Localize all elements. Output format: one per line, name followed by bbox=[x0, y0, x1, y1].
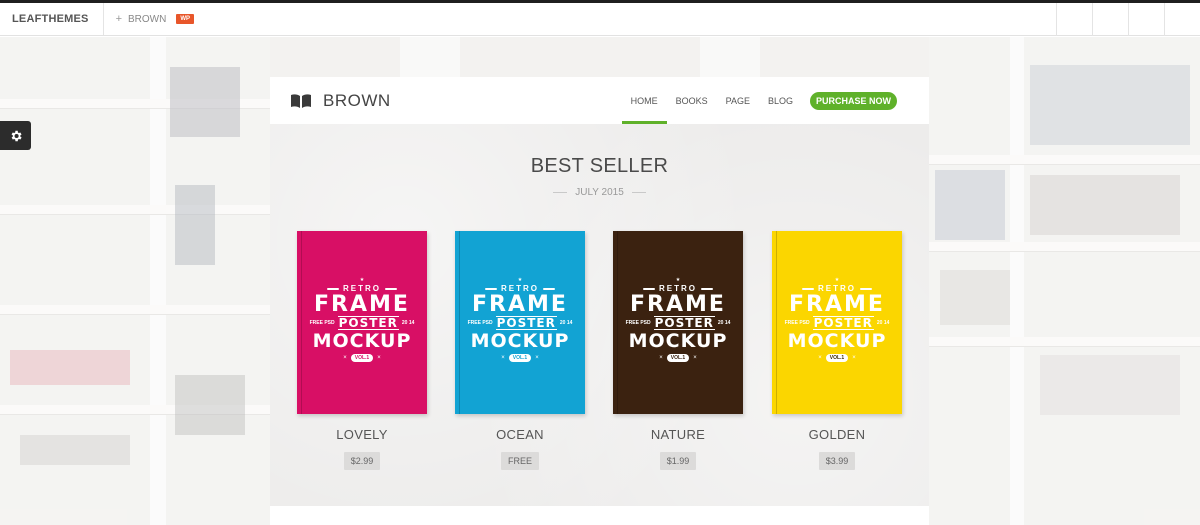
book-cover[interactable]: ★ RETRO FRAME FREE PSD POSTER 20 14 MOCK… bbox=[455, 231, 585, 414]
book-spine bbox=[617, 231, 618, 414]
next-section-strip bbox=[270, 506, 929, 525]
cover-year-text: 20 14 bbox=[559, 319, 573, 326]
star-icon: ★ bbox=[359, 277, 365, 283]
cover-poster-text: POSTER bbox=[337, 316, 399, 330]
cover-free-psd-text: FREE PSD bbox=[309, 319, 335, 326]
gear-icon bbox=[11, 130, 22, 141]
settings-toggle-button[interactable] bbox=[0, 121, 31, 150]
cover-poster-text: POSTER bbox=[653, 316, 715, 330]
cover-mockup-text: MOCKUP bbox=[312, 330, 412, 352]
book-cover[interactable]: ★ RETRO FRAME FREE PSD POSTER 20 14 MOCK… bbox=[772, 231, 902, 414]
cover-free-psd-text: FREE PSD bbox=[625, 319, 651, 326]
product-card: ★ RETRO FRAME FREE PSD POSTER 20 14 MOCK… bbox=[613, 231, 743, 470]
admin-bar-actions bbox=[1056, 3, 1200, 36]
product-name[interactable]: LOVELY bbox=[297, 427, 427, 442]
star-icon: ★ bbox=[675, 277, 681, 283]
admin-action-4[interactable] bbox=[1164, 3, 1200, 36]
bone-ornament-icon bbox=[385, 287, 397, 290]
cover-poster-text: POSTER bbox=[812, 316, 874, 330]
bone-ornament-icon bbox=[543, 287, 555, 290]
bone-ornament-icon bbox=[485, 287, 497, 290]
admin-brand-link[interactable]: LEAFTHEMES bbox=[0, 3, 104, 35]
product-card: ★ RETRO FRAME FREE PSD POSTER 20 14 MOCK… bbox=[455, 231, 585, 470]
cover-year-text: 20 14 bbox=[401, 319, 415, 326]
cover-poster-text: POSTER bbox=[495, 316, 557, 330]
x-ornament-icon: × bbox=[377, 355, 381, 361]
price-badge: $2.99 bbox=[343, 452, 381, 470]
cover-vol-badge: VOL.1 bbox=[825, 354, 849, 362]
bone-ornament-icon bbox=[802, 287, 814, 290]
bone-ornament-icon bbox=[701, 287, 713, 290]
book-spine bbox=[459, 231, 460, 414]
x-ornament-icon: × bbox=[852, 355, 856, 361]
cover-frame-text: FRAME bbox=[789, 292, 885, 317]
admin-action-1[interactable] bbox=[1056, 3, 1092, 36]
bone-ornament-icon bbox=[860, 287, 872, 290]
price-badge: $3.99 bbox=[818, 452, 856, 470]
bone-ornament-icon bbox=[327, 287, 339, 290]
book-spine bbox=[776, 231, 777, 414]
cover-mockup-text: MOCKUP bbox=[470, 330, 570, 352]
cover-free-psd-text: FREE PSD bbox=[784, 319, 810, 326]
admin-action-2[interactable] bbox=[1092, 3, 1128, 36]
product-name[interactable]: OCEAN bbox=[455, 427, 585, 442]
section-subtitle: JULY 2015 bbox=[575, 187, 624, 198]
plus-icon: + bbox=[115, 13, 122, 25]
product-card: ★ RETRO FRAME FREE PSD POSTER 20 14 MOCK… bbox=[772, 231, 902, 470]
theme-link[interactable]: + BROWN WP bbox=[104, 3, 210, 35]
book-spine bbox=[301, 231, 302, 414]
star-icon: ★ bbox=[517, 277, 523, 283]
nav-item-books[interactable]: BOOKS bbox=[667, 77, 717, 124]
cover-frame-text: FRAME bbox=[314, 292, 410, 317]
x-ornament-icon: × bbox=[343, 355, 347, 361]
admin-action-3[interactable] bbox=[1128, 3, 1164, 36]
product-name[interactable]: NATURE bbox=[613, 427, 743, 442]
cover-vol-badge: VOL.1 bbox=[508, 354, 532, 362]
cover-mockup-text: MOCKUP bbox=[787, 330, 887, 352]
cover-vol-badge: VOL.1 bbox=[350, 354, 374, 362]
admin-bar: LEAFTHEMES + BROWN WP bbox=[0, 3, 1200, 36]
site-preview-card: BROWN HOME BOOKS PAGE BLOG PURCHASE NOW … bbox=[270, 77, 929, 525]
purchase-now-button[interactable]: PURCHASE NOW bbox=[809, 91, 897, 110]
best-seller-section: BEST SELLER JULY 2015 ★ RETRO FRAME FREE… bbox=[270, 124, 929, 510]
product-name[interactable]: GOLDEN bbox=[772, 427, 902, 442]
x-ornament-icon: × bbox=[659, 355, 663, 361]
main-nav: HOME BOOKS PAGE BLOG PURCHASE NOW bbox=[621, 77, 897, 124]
price-badge: FREE bbox=[500, 452, 539, 470]
price-badge: $1.99 bbox=[659, 452, 697, 470]
cover-vol-badge: VOL.1 bbox=[666, 354, 690, 362]
bone-ornament-icon bbox=[643, 287, 655, 290]
wp-badge: WP bbox=[176, 14, 195, 24]
site-header: BROWN HOME BOOKS PAGE BLOG PURCHASE NOW bbox=[270, 77, 929, 124]
section-subtitle-row: JULY 2015 bbox=[270, 187, 929, 198]
section-title: BEST SELLER bbox=[530, 155, 669, 177]
book-cover[interactable]: ★ RETRO FRAME FREE PSD POSTER 20 14 MOCK… bbox=[297, 231, 427, 414]
cover-frame-text: FRAME bbox=[630, 292, 726, 317]
nav-item-home[interactable]: HOME bbox=[621, 77, 667, 124]
divider-line-right bbox=[631, 192, 646, 193]
star-icon: ★ bbox=[834, 277, 840, 283]
product-card: ★ RETRO FRAME FREE PSD POSTER 20 14 MOCK… bbox=[297, 231, 427, 470]
x-ornament-icon: × bbox=[693, 355, 697, 361]
x-ornament-icon: × bbox=[501, 355, 505, 361]
cover-year-text: 20 14 bbox=[717, 319, 731, 326]
logo-text: BROWN bbox=[323, 91, 391, 110]
x-ornament-icon: × bbox=[818, 355, 822, 361]
cover-free-psd-text: FREE PSD bbox=[467, 319, 493, 326]
cover-year-text: 20 14 bbox=[876, 319, 890, 326]
theme-link-label: BROWN bbox=[128, 13, 167, 25]
cover-mockup-text: MOCKUP bbox=[628, 330, 728, 352]
cover-frame-text: FRAME bbox=[472, 292, 568, 317]
site-logo[interactable]: BROWN bbox=[290, 91, 391, 111]
nav-item-page[interactable]: PAGE bbox=[717, 77, 759, 124]
divider-line-left bbox=[553, 192, 568, 193]
book-cover[interactable]: ★ RETRO FRAME FREE PSD POSTER 20 14 MOCK… bbox=[613, 231, 743, 414]
nav-item-blog[interactable]: BLOG bbox=[759, 77, 802, 124]
open-book-icon bbox=[291, 94, 311, 108]
x-ornament-icon: × bbox=[535, 355, 539, 361]
